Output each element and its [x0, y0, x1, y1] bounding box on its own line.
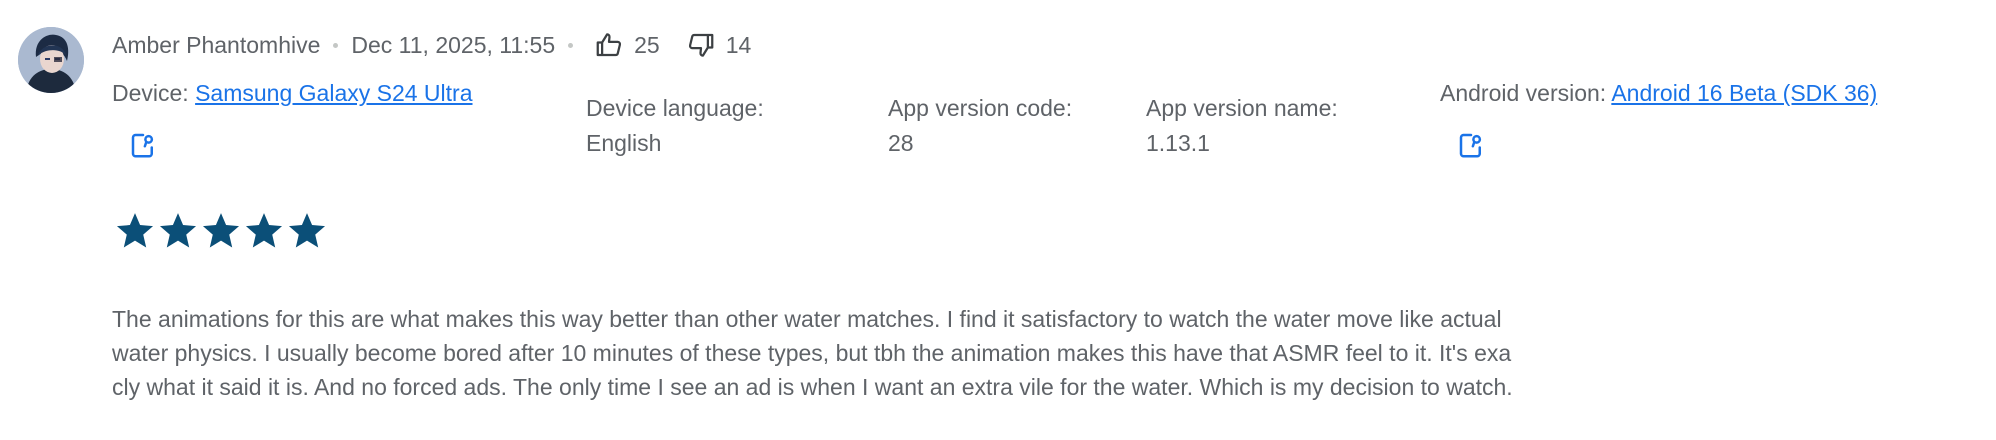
- star-icon: [245, 213, 283, 248]
- star-icon: [159, 213, 197, 248]
- android-version-link[interactable]: Android 16 Beta (SDK 36): [1611, 80, 1877, 106]
- android-version-label: Android version:: [1440, 80, 1607, 106]
- review-header: Amber Phantomhive Dec 11, 2025, 11:55 25…: [112, 28, 751, 62]
- separator-dot: [333, 42, 339, 48]
- thumbs-up-count: 25: [634, 31, 660, 58]
- device-label: Device:: [112, 80, 189, 106]
- language-label: Device language:: [586, 95, 764, 121]
- author-name: Amber Phantomhive: [112, 31, 321, 58]
- avatar: [18, 27, 84, 93]
- thumbs-up-button[interactable]: 25: [594, 30, 660, 60]
- review-text-line: water physics. I usually become bored af…: [112, 340, 1512, 366]
- star-rating: [114, 210, 329, 252]
- version-name-label: App version name:: [1146, 95, 1338, 121]
- device-link[interactable]: Samsung Galaxy S24 Ultra: [195, 80, 472, 106]
- version-code-label: App version code:: [888, 95, 1073, 121]
- star-icon: [116, 213, 154, 248]
- avatar-image: [18, 27, 84, 93]
- review-text-line: cly what it said it is. And no forced ad…: [112, 374, 1513, 400]
- review-card: Amber Phantomhive Dec 11, 2025, 11:55 25…: [0, 0, 1996, 440]
- version-name-value: 1.13.1: [1146, 130, 1210, 156]
- star-icon: [288, 213, 326, 248]
- thumbs-down-count: 14: [725, 31, 752, 58]
- review-date: Dec 11, 2025, 11:55: [351, 31, 556, 58]
- star-icon: [202, 213, 240, 248]
- thumbs-down-button[interactable]: 14: [686, 30, 752, 60]
- android-version-field: Android version: Android 16 Beta (SDK 36…: [1440, 76, 1877, 110]
- separator-dot: [568, 42, 574, 48]
- version-code-value: 28: [888, 130, 914, 156]
- copy-icon[interactable]: [128, 130, 158, 160]
- thumbs-down-icon: [688, 33, 714, 57]
- review-text: The animations for this are what makes t…: [112, 302, 1752, 404]
- review-text-line: The animations for this are what makes t…: [112, 306, 1502, 332]
- thumbs-up-icon: [596, 33, 622, 57]
- copy-icon[interactable]: [1456, 130, 1486, 160]
- device-field: Device: Samsung Galaxy S24 Ultra: [112, 76, 473, 110]
- language-value: English: [586, 130, 662, 156]
